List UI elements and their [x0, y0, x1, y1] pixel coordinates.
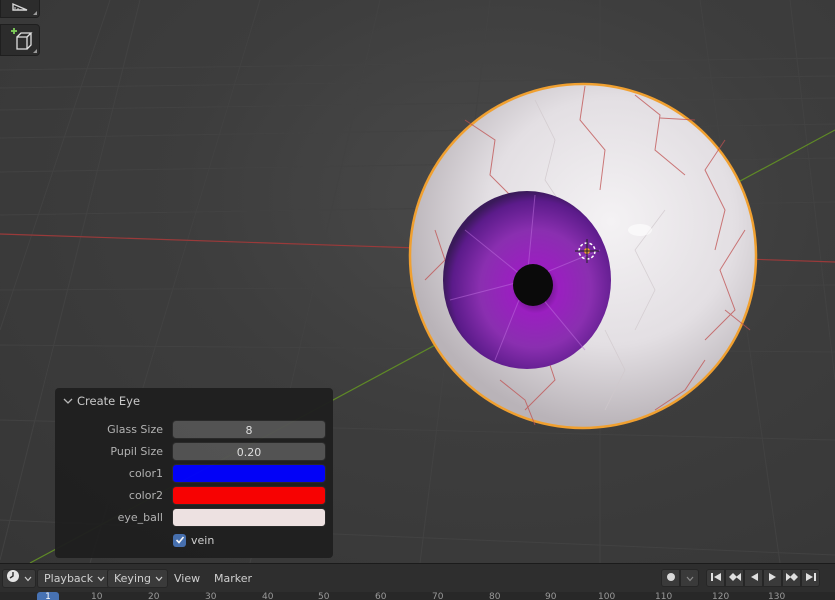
pupil-size-field[interactable]: 0.20	[172, 442, 326, 461]
playback-menu-label: Playback	[44, 572, 94, 585]
play-reverse-icon	[749, 572, 759, 585]
clock-icon	[6, 569, 20, 588]
current-frame-indicator[interactable]: 1	[37, 592, 59, 600]
jump-to-next-keyframe-button[interactable]	[782, 569, 801, 587]
measure-tool-icon	[9, 0, 31, 15]
play-reverse-button[interactable]	[744, 569, 763, 587]
tick-label: 100	[598, 592, 616, 600]
checkmark-icon	[175, 536, 184, 544]
chevron-down-icon	[97, 570, 105, 587]
eye-ball-label: eye_ball	[117, 511, 163, 524]
color2-row: color2	[55, 486, 333, 506]
3d-viewport[interactable]: Create Eye Glass Size 8 Pupil Size 0.20 …	[0, 0, 835, 563]
tool-expand-corner-icon	[33, 49, 37, 53]
add-cube-tool-button[interactable]	[0, 24, 40, 56]
keying-menu-label: Keying	[114, 572, 151, 585]
chevron-down-icon	[63, 394, 73, 408]
tick-label: 110	[655, 592, 673, 600]
glass-size-label: Glass Size	[107, 423, 163, 436]
add-cube-tool-icon	[7, 26, 33, 55]
record-icon	[666, 572, 676, 585]
jump-to-start-button[interactable]	[706, 569, 725, 587]
panel-title: Create Eye	[77, 394, 141, 408]
jump-to-end-button[interactable]	[801, 569, 820, 587]
pupil-size-label: Pupil Size	[110, 445, 163, 458]
jump-to-end-icon	[805, 572, 817, 585]
jump-to-previous-keyframe-button[interactable]	[725, 569, 744, 587]
color2-swatch[interactable]	[172, 486, 326, 505]
record-button[interactable]	[661, 569, 680, 587]
measure-tool-button[interactable]	[0, 0, 40, 18]
chevron-down-icon	[155, 570, 163, 587]
play-icon	[768, 572, 778, 585]
create-eye-operator-panel[interactable]: Create Eye Glass Size 8 Pupil Size 0.20 …	[55, 388, 333, 558]
color2-label: color2	[128, 489, 163, 502]
tick-label: 50	[318, 592, 330, 600]
vein-checkbox-row[interactable]: vein	[173, 532, 214, 548]
color1-swatch[interactable]	[172, 464, 326, 483]
glass-size-field[interactable]: 8	[172, 420, 326, 439]
previous-keyframe-icon	[728, 572, 742, 585]
eye-ball-swatch[interactable]	[172, 508, 326, 527]
auto-keying-dropdown[interactable]	[680, 569, 699, 587]
panel-header[interactable]: Create Eye	[63, 393, 140, 409]
playback-menu[interactable]: Playback	[37, 569, 111, 588]
chevron-down-icon	[24, 570, 32, 587]
tick-label: 70	[432, 592, 444, 600]
glass-size-row: Glass Size 8	[55, 420, 333, 440]
eye-ball-row: eye_ball	[55, 508, 333, 528]
tick-label: 130	[768, 592, 786, 600]
next-keyframe-icon	[785, 572, 799, 585]
tick-label: 120	[712, 592, 730, 600]
color1-label: color1	[128, 467, 163, 480]
timeline-ruler[interactable]: 1 10 20 30 40 50 60 70 80 90 100 110 120…	[0, 592, 835, 600]
marker-menu[interactable]: Marker	[214, 572, 252, 585]
vein-label: vein	[191, 533, 215, 547]
tick-label: 60	[375, 592, 387, 600]
tick-label: 90	[545, 592, 557, 600]
editor-type-button[interactable]	[2, 569, 36, 588]
view-menu[interactable]: View	[174, 572, 200, 585]
eyeball-object[interactable]	[405, 80, 761, 432]
tick-label: 20	[148, 592, 160, 600]
tick-label: 30	[205, 592, 217, 600]
chevron-down-icon	[686, 572, 694, 585]
tool-expand-corner-icon	[33, 11, 37, 15]
pupil-size-row: Pupil Size 0.20	[55, 442, 333, 462]
tick-label: 10	[91, 592, 103, 600]
color1-row: color1	[55, 464, 333, 484]
tick-label: 40	[262, 592, 274, 600]
keying-menu[interactable]: Keying	[107, 569, 168, 588]
tick-label: 80	[489, 592, 501, 600]
timeline-header: Playback Keying View Marker	[0, 563, 835, 592]
play-button[interactable]	[763, 569, 782, 587]
jump-to-start-icon	[710, 572, 722, 585]
vein-checkbox[interactable]	[173, 533, 186, 547]
